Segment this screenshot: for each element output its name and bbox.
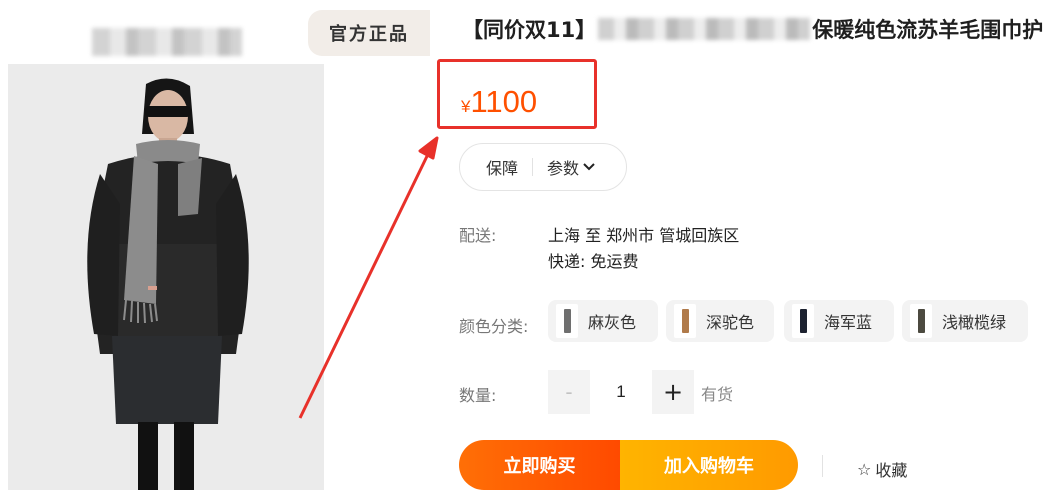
quantity-label: 数量: — [459, 386, 497, 405]
title-redacted-segment — [598, 18, 811, 40]
model-wearing-scarf-image — [8, 64, 324, 490]
color-option-navy[interactable]: 海军蓝 — [784, 300, 894, 342]
color-option-gray[interactable]: 麻灰色 — [548, 300, 658, 342]
color-swatch-image — [910, 304, 932, 338]
color-label: 颜色分类: — [459, 317, 529, 336]
divider — [822, 455, 823, 477]
buy-now-button[interactable]: 立即购买 — [459, 440, 620, 490]
price-amount: 1100 — [470, 84, 538, 119]
shipping-label: 配送: — [459, 226, 497, 245]
service-pill: 保障 参数 — [459, 143, 627, 191]
title-prefix: 【同价双11】 — [462, 18, 597, 42]
product-main-image[interactable] — [8, 64, 324, 490]
color-swatch-image — [674, 304, 696, 338]
product-price: ¥1100 — [461, 84, 537, 120]
shop-name-redacted — [92, 28, 242, 56]
color-swatch-image — [556, 304, 578, 338]
color-option-label: 麻灰色 — [588, 313, 637, 332]
stock-status: 有货 — [701, 385, 734, 404]
quantity-input[interactable] — [592, 370, 650, 414]
quantity-increment-button[interactable]: + — [652, 370, 694, 414]
title-suffix: 保暖纯色流苏羊毛围巾护 — [812, 18, 1044, 42]
favorite-label: 收藏 — [875, 461, 908, 480]
chevron-down-icon[interactable] — [583, 160, 595, 174]
color-option-label: 浅橄榄绿 — [942, 313, 1007, 332]
color-option-label: 海军蓝 — [824, 313, 873, 332]
shipping-express: 快递: 免运费 — [548, 252, 639, 271]
favorite-button[interactable]: ☆ 收藏 — [857, 457, 907, 481]
color-option-camel[interactable]: 深驼色 — [666, 300, 774, 342]
color-option-olive[interactable]: 浅橄榄绿 — [902, 300, 1028, 342]
params-button[interactable]: 参数 — [547, 155, 579, 179]
color-swatch-image — [792, 304, 814, 338]
product-gallery: 官方正品 — [0, 0, 430, 490]
quantity-decrement-button[interactable]: - — [548, 370, 590, 414]
shipping-route[interactable]: 上海 至 郑州市 管城回族区 — [548, 222, 739, 246]
add-to-cart-button[interactable]: 加入购物车 — [620, 440, 798, 490]
guarantee-button[interactable]: 保障 — [486, 155, 518, 179]
star-icon: ☆ — [857, 459, 872, 479]
product-title: 【同价双11】 保暖纯色流苏羊毛围巾护 — [462, 12, 1049, 46]
color-option-label: 深驼色 — [706, 313, 755, 332]
divider — [532, 158, 534, 176]
official-genuine-badge: 官方正品 — [308, 10, 430, 56]
